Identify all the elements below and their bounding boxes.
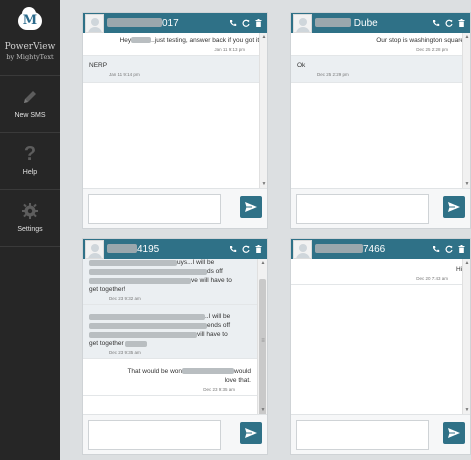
message-text: Ok bbox=[297, 62, 306, 69]
trash-icon[interactable] bbox=[457, 243, 466, 254]
message-text: Our stop is washington square bbox=[376, 37, 464, 44]
conversation-header: 017 bbox=[83, 13, 267, 33]
phone-icon[interactable] bbox=[431, 243, 440, 254]
message-time: Dec 23 9:32 am bbox=[109, 296, 141, 301]
scrollbar[interactable]: ▲ ▼ bbox=[462, 259, 470, 414]
message-time: Dec 25 2:29 pm bbox=[317, 72, 349, 77]
sidebar-item-settings[interactable]: Settings bbox=[0, 190, 60, 247]
avatar bbox=[293, 239, 312, 259]
refresh-icon[interactable] bbox=[241, 17, 250, 28]
send-button[interactable] bbox=[240, 422, 262, 444]
message-time: Dec 25 2:28 pm bbox=[416, 47, 448, 52]
question-icon: ? bbox=[23, 143, 37, 165]
message-input[interactable] bbox=[88, 420, 221, 450]
message-time: Dec 23 9:35 am bbox=[203, 387, 235, 392]
trash-icon[interactable] bbox=[254, 243, 263, 254]
message-text: That would be won would love that. bbox=[127, 368, 251, 384]
send-button[interactable] bbox=[443, 196, 465, 218]
message-input[interactable] bbox=[296, 194, 429, 224]
phone-icon[interactable] bbox=[228, 243, 237, 254]
message-text: Hey ..just testing, answer back if you go… bbox=[119, 37, 261, 44]
scrollbar[interactable]: ▲ ▼ bbox=[462, 33, 470, 188]
phone-icon[interactable] bbox=[431, 17, 440, 28]
composer bbox=[291, 414, 470, 454]
send-icon bbox=[448, 428, 460, 438]
sidebar-item-label: New SMS bbox=[14, 112, 46, 119]
contact-name: 4195 bbox=[107, 244, 159, 255]
brand-byline: by MightyText bbox=[6, 53, 54, 61]
avatar bbox=[85, 13, 104, 33]
message: Our stop is washington square Dec 25 2:2… bbox=[291, 33, 470, 56]
scrollbar-thumb[interactable] bbox=[259, 279, 266, 419]
message: uys...I will be ds off ve will have to g… bbox=[83, 259, 257, 305]
conversation-header: 7466 bbox=[291, 239, 470, 259]
refresh-icon[interactable] bbox=[444, 243, 453, 254]
composer bbox=[83, 414, 267, 454]
message: That would be won would love that. Dec 23… bbox=[83, 359, 257, 396]
conversation-header: Dube bbox=[291, 13, 470, 33]
contact-name: 7466 bbox=[315, 244, 385, 255]
message: Ok Dec 25 2:29 pm bbox=[291, 56, 470, 83]
message-time: Dec 20 7:43 am bbox=[416, 276, 448, 281]
send-icon bbox=[245, 202, 257, 212]
message-time: Dec 23 9:35 am bbox=[109, 350, 141, 355]
sidebar-item-help[interactable]: ? Help bbox=[0, 133, 60, 190]
conversation-header: 4195 bbox=[83, 239, 267, 259]
message: NERP Jan 11 9:14 pm bbox=[83, 56, 267, 83]
brand: M PowerView by MightyText bbox=[0, 0, 60, 76]
message-time: Jan 11 9:13 pm bbox=[214, 47, 245, 52]
message-text: ..I will be ends off vill have to get to… bbox=[89, 313, 231, 347]
refresh-icon[interactable] bbox=[444, 17, 453, 28]
contact-name: 017 bbox=[107, 18, 179, 29]
message-list: Our stop is washington square Dec 25 2:2… bbox=[291, 33, 470, 188]
scrollbar[interactable]: ▲ ≡ ▼ bbox=[257, 259, 267, 419]
trash-icon[interactable] bbox=[457, 17, 466, 28]
message-list: uys...I will be ds off ve will have to g… bbox=[83, 259, 257, 414]
sidebar-item-new-sms[interactable]: New SMS bbox=[0, 76, 60, 133]
message-time: Jan 11 9:14 pm bbox=[109, 72, 140, 77]
message-text: NERP bbox=[89, 62, 108, 69]
message: ..I will be ends off vill have to get to… bbox=[83, 305, 257, 359]
composer bbox=[83, 188, 267, 228]
composer bbox=[291, 188, 470, 228]
brand-name: PowerView bbox=[4, 42, 56, 52]
sidebar-item-label: Settings bbox=[17, 226, 43, 233]
contact-name: Dube bbox=[315, 18, 378, 29]
pencil-icon bbox=[0, 87, 60, 107]
message-text: Hi! bbox=[456, 266, 464, 273]
conversation-card: 017 Hey ..just testing, answer back if yo… bbox=[82, 12, 268, 229]
message: Hi! Dec 20 7:43 am bbox=[291, 259, 470, 285]
conversation-card: 7466 Hi! Dec 20 7:43 am ▲ ▼ bbox=[290, 238, 471, 455]
trash-icon[interactable] bbox=[254, 17, 263, 28]
message-text: uys...I will be ds off ve will have to g… bbox=[89, 259, 232, 293]
sidebar-item-label: Help bbox=[22, 169, 38, 176]
conversation-grid: 017 Hey ..just testing, answer back if yo… bbox=[60, 0, 471, 460]
mightytext-logo-icon: M bbox=[16, 7, 44, 30]
gear-icon bbox=[0, 201, 60, 221]
avatar bbox=[293, 13, 312, 33]
message-input[interactable] bbox=[88, 194, 221, 224]
send-button[interactable] bbox=[240, 196, 262, 218]
message-input[interactable] bbox=[296, 420, 429, 450]
refresh-icon[interactable] bbox=[241, 243, 250, 254]
send-icon bbox=[245, 428, 257, 438]
message: Hey ..just testing, answer back if you go… bbox=[83, 33, 267, 56]
message-list: Hey ..just testing, answer back if you go… bbox=[83, 33, 267, 188]
conversation-card: 4195 uys...I will be ds off ve will have… bbox=[82, 238, 268, 455]
sidebar: M PowerView by MightyText New SMS ? Help bbox=[0, 0, 60, 460]
conversation-card: Dube Our stop is washington square Dec 2… bbox=[290, 12, 471, 229]
message-list: Hi! Dec 20 7:43 am bbox=[291, 259, 470, 414]
send-icon bbox=[448, 202, 460, 212]
send-button[interactable] bbox=[443, 422, 465, 444]
phone-icon[interactable] bbox=[228, 17, 237, 28]
scrollbar[interactable]: ▲ ▼ bbox=[259, 33, 267, 188]
avatar bbox=[85, 239, 104, 259]
